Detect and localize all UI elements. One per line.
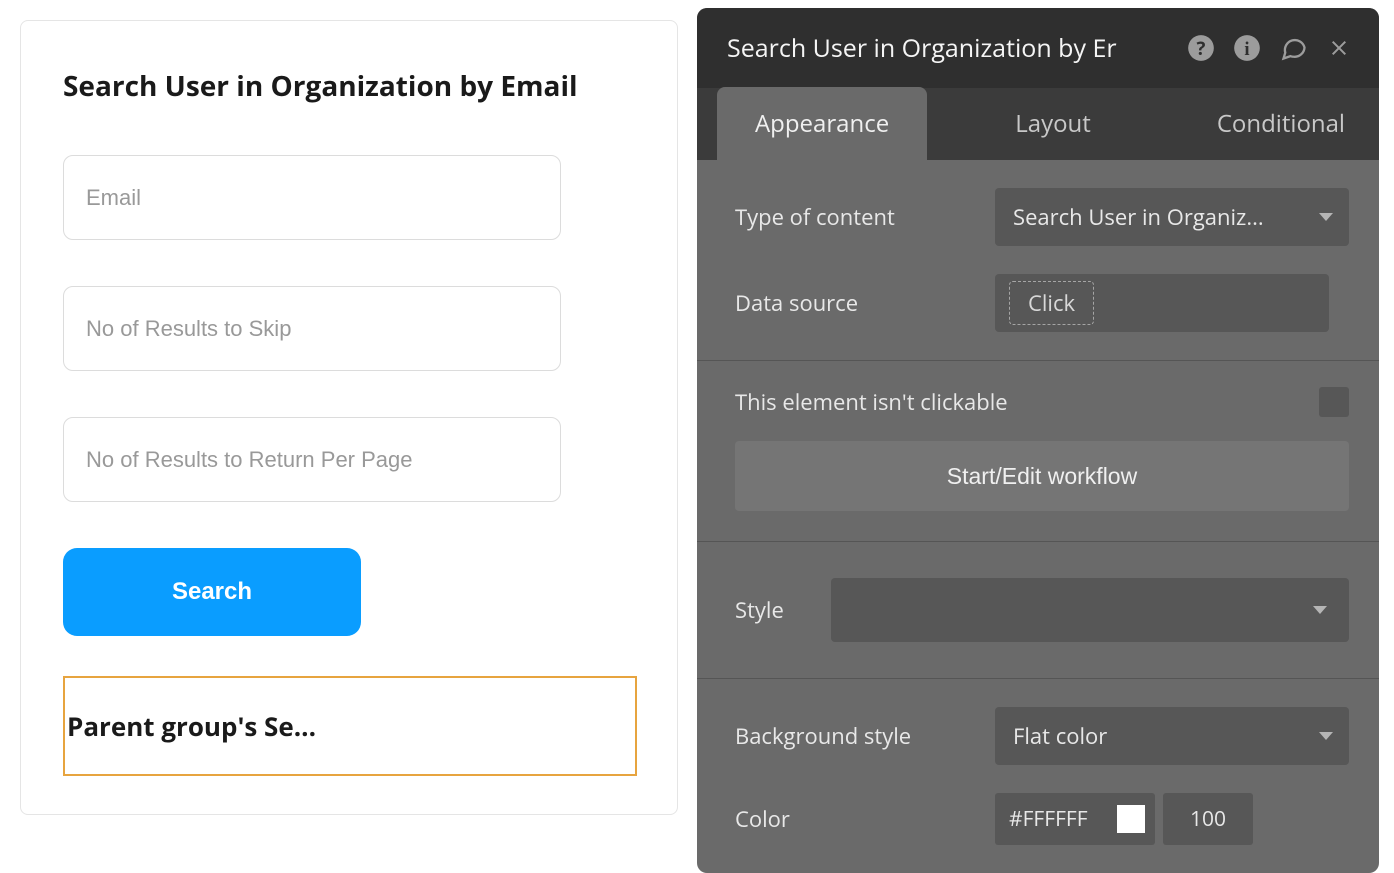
- start-edit-workflow-button[interactable]: Start/Edit workflow: [735, 441, 1349, 511]
- style-label: Style: [735, 595, 831, 625]
- svg-text:i: i: [1244, 39, 1249, 60]
- canvas-preview-panel: Search User in Organization by Email Sea…: [20, 20, 678, 815]
- search-button[interactable]: Search: [63, 548, 361, 636]
- comment-icon[interactable]: [1279, 34, 1309, 62]
- chevron-down-icon: [1313, 606, 1327, 614]
- background-style-label: Background style: [735, 721, 995, 751]
- not-clickable-label: This element isn't clickable: [735, 387, 1008, 417]
- close-icon[interactable]: [1327, 36, 1351, 60]
- style-dropdown[interactable]: [831, 578, 1349, 642]
- background-section: Background style Flat color Color #FFFFF…: [697, 679, 1379, 845]
- data-source-click-chip[interactable]: Click: [1009, 281, 1094, 325]
- color-alpha-input[interactable]: 100: [1163, 793, 1253, 845]
- color-hex-value: #FFFFFF: [1009, 805, 1088, 833]
- property-editor-header: Search User in Organization by Er ? i: [697, 8, 1379, 88]
- canvas-title: Search User in Organization by Email: [63, 67, 635, 105]
- header-icon-group: ? i: [1187, 34, 1351, 62]
- tab-layout[interactable]: Layout: [977, 87, 1129, 160]
- color-hex-input[interactable]: #FFFFFF: [995, 793, 1155, 845]
- color-label: Color: [735, 804, 995, 834]
- type-of-content-label: Type of content: [735, 202, 995, 232]
- property-body: Type of content Search User in Organiz..…: [697, 160, 1379, 845]
- data-source-label: Data source: [735, 288, 995, 318]
- property-tabs: Appearance Layout Conditional: [697, 88, 1379, 160]
- property-editor-title: Search User in Organization by Er: [727, 31, 1187, 65]
- type-of-content-value: Search User in Organiz...: [1013, 202, 1294, 232]
- svg-text:?: ?: [1197, 36, 1206, 61]
- color-swatch[interactable]: [1117, 805, 1145, 833]
- clickable-checkbox[interactable]: [1319, 387, 1349, 417]
- skip-results-field[interactable]: [63, 286, 561, 371]
- property-editor-panel: Search User in Organization by Er ? i Ap…: [697, 8, 1379, 873]
- selected-element-outline[interactable]: Parent group's Se...: [63, 676, 637, 776]
- background-style-value: Flat color: [1013, 721, 1137, 751]
- data-source-field[interactable]: Click: [995, 274, 1329, 332]
- background-style-dropdown[interactable]: Flat color: [995, 707, 1349, 765]
- email-field[interactable]: [63, 155, 561, 240]
- selected-element-text: Parent group's Se...: [65, 708, 316, 744]
- style-section: Style: [697, 542, 1379, 679]
- info-icon[interactable]: i: [1233, 34, 1261, 62]
- type-of-content-dropdown[interactable]: Search User in Organiz...: [995, 188, 1349, 246]
- clickable-section: This element isn't clickable Start/Edit …: [697, 361, 1379, 542]
- chevron-down-icon: [1319, 732, 1333, 740]
- tab-appearance[interactable]: Appearance: [717, 87, 927, 160]
- tab-conditional[interactable]: Conditional: [1179, 87, 1379, 160]
- chevron-down-icon: [1319, 213, 1333, 221]
- content-section: Type of content Search User in Organiz..…: [697, 160, 1379, 361]
- help-icon[interactable]: ?: [1187, 34, 1215, 62]
- per-page-field[interactable]: [63, 417, 561, 502]
